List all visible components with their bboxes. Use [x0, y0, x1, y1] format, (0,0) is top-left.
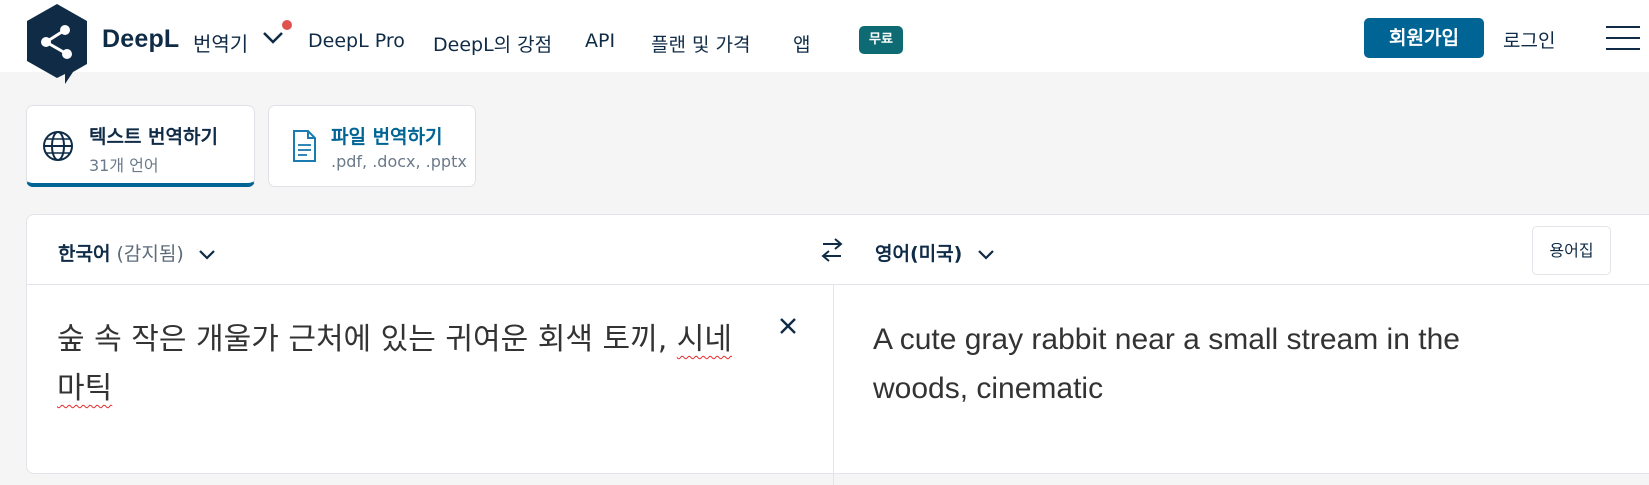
notification-dot	[282, 20, 292, 30]
nav-deepl-pro[interactable]: DeepL Pro	[308, 30, 405, 52]
hamburger-menu-icon[interactable]	[1606, 26, 1640, 52]
signup-button[interactable]: 회원가입	[1364, 18, 1484, 58]
nav-apps[interactable]: 앱	[793, 30, 810, 57]
brand-name[interactable]: DeepL	[102, 25, 179, 54]
document-icon	[293, 130, 316, 162]
source-language-select[interactable]: 한국어 (감지됨)	[58, 239, 216, 266]
translator-panel: 한국어 (감지됨) 영어(미국) 용어집 숲 속 작은 개울가 근처에 있는 귀…	[26, 214, 1649, 485]
chevron-down-icon	[978, 249, 994, 260]
close-icon[interactable]	[777, 315, 799, 337]
detected-label: (감지됨)	[116, 243, 184, 265]
free-badge: 무료	[859, 26, 903, 54]
swap-languages-icon[interactable]	[817, 235, 847, 265]
globe-icon	[43, 131, 73, 161]
nav-api[interactable]: API	[585, 30, 615, 52]
tab-text-title: 텍스트 번역하기	[89, 126, 218, 148]
target-language: 영어(미국)	[875, 243, 963, 265]
tab-text-subtitle: 31개 언어	[89, 156, 159, 175]
glossary-button[interactable]: 용어집	[1532, 226, 1611, 275]
nav-why-deepl[interactable]: DeepL의 강점	[433, 30, 552, 57]
tab-files-subtitle: .pdf, .docx, .pptx	[331, 152, 467, 171]
chevron-down-icon	[199, 249, 215, 260]
tab-files-title: 파일 번역하기	[331, 126, 443, 148]
deepl-logo-icon[interactable]	[25, 4, 89, 84]
source-text: 숲 속 작은 개울가 근처에 있는 귀여운 회색 토끼,	[57, 322, 677, 357]
nav-plans-pricing[interactable]: 플랜 및 가격	[651, 30, 750, 57]
top-navbar: DeepL 번역기 DeepL Pro DeepL의 강점 API 플랜 및 가…	[0, 0, 1649, 84]
brand-subtitle[interactable]: 번역기	[193, 28, 248, 57]
target-language-select[interactable]: 영어(미국)	[875, 239, 995, 266]
panel-divider	[833, 285, 834, 485]
chevron-down-icon[interactable]	[262, 31, 284, 45]
source-language: 한국어	[58, 243, 111, 265]
tab-translate-text[interactable]: 텍스트 번역하기 31개 언어	[26, 105, 255, 187]
source-text-input[interactable]: 숲 속 작은 개울가 근처에 있는 귀여운 회색 토끼, 시네마틱	[57, 315, 737, 413]
target-text-output: A cute gray rabbit near a small stream i…	[873, 323, 1460, 405]
language-bar: 한국어 (감지됨) 영어(미국) 용어집	[27, 215, 1649, 285]
login-link[interactable]: 로그인	[1503, 26, 1555, 53]
tab-translate-files[interactable]: 파일 번역하기 .pdf, .docx, .pptx	[268, 105, 476, 187]
